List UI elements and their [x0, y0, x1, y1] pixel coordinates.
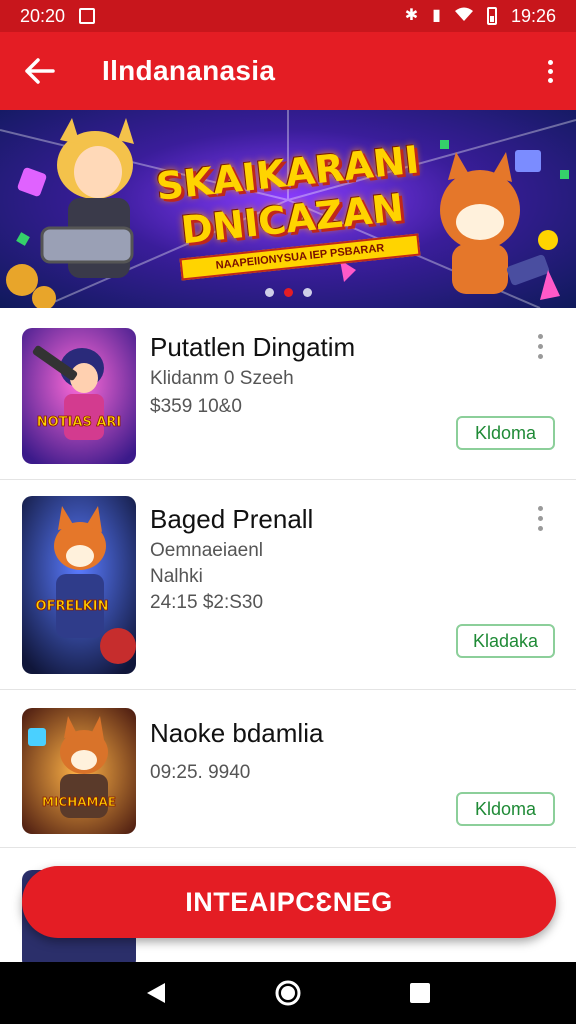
home-circle-icon[interactable]: [270, 975, 306, 1011]
game-meta-line: Klidanm 0 Szeeh: [150, 368, 294, 389]
thumb-label: OFRELKIN: [36, 599, 109, 614]
primary-action-button[interactable]: INTEAIPCƐNEG: [22, 866, 556, 938]
status-time: 20:20: [20, 5, 66, 26]
nfc-icon: ▮: [432, 7, 441, 24]
page-title: Ilndananasia: [102, 55, 276, 86]
banner-hero-character: [6, 118, 134, 308]
status-clock: 19:26: [510, 5, 556, 26]
list-item[interactable]: NOTIAS ARI Putatlen Dingatim Klidanm 0 S…: [0, 308, 576, 480]
thumb-label: MICHAMAE: [42, 795, 116, 809]
more-vert-icon[interactable]: [546, 59, 554, 83]
app-bar: Ilndananasia: [0, 32, 576, 110]
notification-box-icon: [79, 8, 96, 24]
back-triangle-icon[interactable]: [138, 975, 174, 1011]
game-thumbnail[interactable]: NOTIAS ARI: [22, 328, 136, 464]
list-item[interactable]: MICHAMAE Naoke bdamlia 09:25. 9940 Kldom…: [0, 690, 576, 848]
game-meta-line: Nalhki: [150, 566, 203, 587]
thumb-label: NOTIAS ARI: [37, 415, 122, 430]
arrow-left-icon[interactable]: [22, 53, 58, 89]
item-action-button[interactable]: Kldoma: [456, 792, 555, 826]
item-action-button[interactable]: Kldoma: [456, 416, 555, 450]
list-item[interactable]: OFRELKIN Baged Prenall Oemnaeiaenl Nalhk…: [0, 480, 576, 690]
item-more-icon[interactable]: [536, 506, 544, 531]
game-thumbnail[interactable]: MICHAMAE: [22, 708, 136, 834]
game-thumbnail[interactable]: OFRELKIN: [22, 496, 136, 674]
game-meta-line: $359 10&0: [150, 396, 242, 417]
game-name: Naoke bdamlia: [150, 718, 324, 748]
carousel-dot[interactable]: [264, 288, 274, 297]
promo-banner[interactable]: SKAIKARANI DNICAZAN NAAPEIIONYSUA IEP PS…: [0, 110, 576, 308]
item-action-button[interactable]: Kladaka: [456, 624, 555, 658]
carousel-dots[interactable]: [0, 288, 576, 297]
system-nav-bar: [0, 962, 576, 1024]
status-right: ✱ ▮ 19:26: [405, 6, 556, 27]
game-meta-line: Oemnaeiaenl: [150, 540, 264, 561]
carousel-dot-active[interactable]: [283, 288, 293, 297]
game-meta-line: 24:15 $2:S30: [150, 592, 264, 613]
bluetooth-icon: ✱: [404, 7, 419, 24]
recents-square-icon[interactable]: [402, 975, 438, 1011]
game-name: Baged Prenall: [150, 504, 314, 534]
carousel-dot[interactable]: [302, 288, 312, 297]
game-meta-line: 09:25. 9940: [150, 762, 251, 783]
wifi-icon: [454, 7, 473, 25]
battery-icon: [486, 7, 497, 25]
status-bar: 20:20 ✱ ▮ 19:26: [0, 0, 576, 32]
game-name: Putatlen Dingatim: [150, 332, 356, 362]
status-left: 20:20: [20, 5, 96, 27]
item-more-icon[interactable]: [536, 334, 544, 359]
banner-fox-character: [440, 150, 550, 294]
